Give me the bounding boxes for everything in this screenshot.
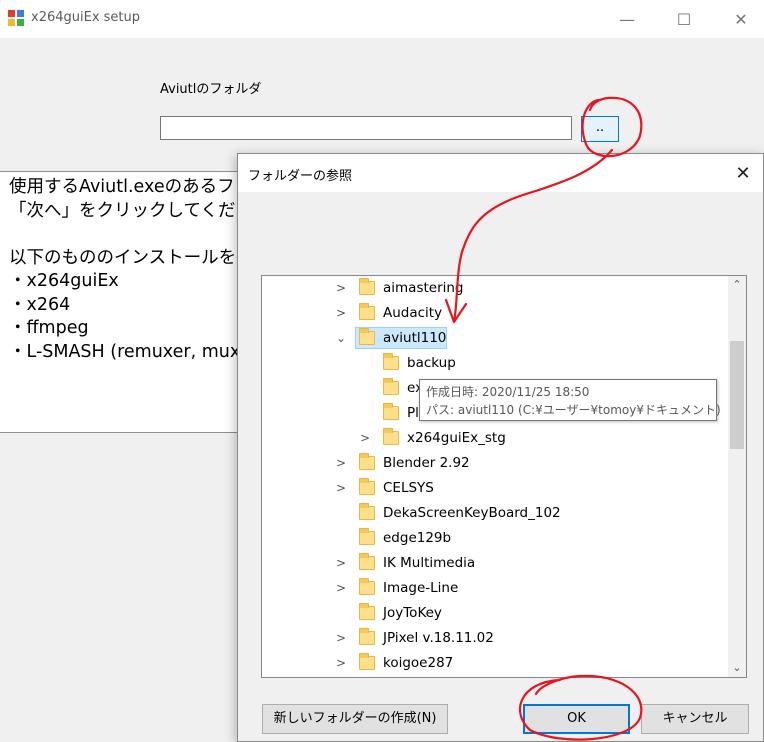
tree-item[interactable]: > Image-Line <box>262 576 727 601</box>
tree-item[interactable]: > JPixel v.18.11.02 <box>262 626 727 651</box>
tree-item[interactable]: JoyToKey <box>262 601 727 626</box>
tree-item[interactable]: edge129b <box>262 526 727 551</box>
folder-icon <box>359 328 375 345</box>
folder-icon <box>359 478 375 495</box>
folder-tooltip: 作成日時: 2020/11/25 18:50 パス: aviutl110 (C:… <box>419 379 721 421</box>
browse-button[interactable]: .. <box>581 116 619 142</box>
folder-icon <box>359 453 375 470</box>
chevron-right-icon[interactable]: > <box>358 426 372 451</box>
folder-tree[interactable]: > koigoe287 > JPixel v.18.11.02 JoyToKey > Ima… <box>261 275 747 678</box>
tree-item-label: DekaScreenKeyBoard_102 <box>383 505 561 521</box>
tree-item[interactable]: > Audacity <box>262 301 727 326</box>
tree-item[interactable]: > aimastering <box>262 276 727 301</box>
folder-icon <box>359 603 375 620</box>
tree-item-label: Image-Line <box>383 580 459 596</box>
no-expander <box>334 601 348 626</box>
scroll-down-arrow-icon[interactable]: ⌄ <box>728 659 746 677</box>
dialog-title-bar: フォルダーの参照 ✕ <box>238 154 763 192</box>
no-expander <box>334 526 348 551</box>
tree-item-label: JoyToKey <box>383 605 442 621</box>
folder-icon <box>359 503 375 520</box>
chevron-right-icon[interactable]: > <box>334 301 348 326</box>
folder-browse-dialog: フォルダーの参照 ✕ > koigoe287 > JPixel v.18.11.02 J… <box>237 153 764 742</box>
window-title: x264guiEx setup <box>31 10 141 25</box>
new-folder-button[interactable]: 新しいフォルダーの作成(N) <box>262 704 448 734</box>
scroll-thumb[interactable] <box>730 341 744 449</box>
tree-item-label: aviutl110 <box>383 330 447 346</box>
tree-scrollbar[interactable]: ⌃ ⌄ <box>728 276 746 677</box>
tree-item[interactable]: > IK Multimedia <box>262 551 727 576</box>
tree-item-label: Blender 2.92 <box>383 455 470 471</box>
description-panel: 使用するAviutl.exeのあるフォルダ 「次へ」をクリックしてください。 以… <box>0 171 250 433</box>
folder-icon <box>359 278 375 295</box>
folder-icon <box>359 303 375 320</box>
chevron-right-icon[interactable]: > <box>334 651 348 676</box>
folder-icon <box>383 378 399 395</box>
tree-item-label: aimastering <box>383 280 464 296</box>
tree-item[interactable]: DekaScreenKeyBoard_102 <box>262 501 727 526</box>
folder-icon <box>359 653 375 670</box>
tooltip-created: 作成日時: 2020/11/25 18:50 <box>426 385 590 399</box>
tree-item-label: CELSYS <box>383 480 434 496</box>
folder-icon <box>359 578 375 595</box>
scroll-up-arrow-icon[interactable]: ⌃ <box>728 276 746 294</box>
tree-item[interactable]: > CELSYS <box>262 476 727 501</box>
tree-item[interactable]: > Blender 2.92 <box>262 451 727 476</box>
close-button[interactable]: ✕ <box>718 0 764 38</box>
tree-item-label: backup <box>407 355 456 371</box>
tree-item-label: koigoe287 <box>383 655 454 671</box>
tree-item-label: IK Multimedia <box>383 555 476 571</box>
no-expander <box>358 401 372 426</box>
chevron-right-icon[interactable]: > <box>334 451 348 476</box>
app-icon <box>8 10 24 26</box>
maximize-button[interactable]: ☐ <box>661 0 707 38</box>
tree-item[interactable]: backup <box>262 351 727 376</box>
chevron-right-icon[interactable]: > <box>334 476 348 501</box>
tree-item-label: JPixel v.18.11.02 <box>383 630 494 646</box>
tree-item[interactable]: ⌄ aviutl110 <box>262 326 727 351</box>
folder-icon <box>383 353 399 370</box>
chevron-right-icon[interactable]: > <box>334 551 348 576</box>
title-bar: x264guiEx setup — ☐ ✕ <box>0 0 764 38</box>
no-expander <box>358 376 372 401</box>
tree-item[interactable]: > x264guiEx_stg <box>262 426 727 451</box>
no-expander <box>334 501 348 526</box>
no-expander <box>358 351 372 376</box>
chevron-right-icon[interactable]: > <box>334 276 348 301</box>
folder-label: Aviutlのフォルダ <box>160 82 262 97</box>
cancel-button[interactable]: キャンセル <box>641 704 749 734</box>
tree-item-label: x264guiEx_stg <box>407 430 506 446</box>
chevron-right-icon[interactable]: > <box>334 626 348 651</box>
ok-button[interactable]: OK <box>523 704 630 734</box>
chevron-right-icon[interactable]: > <box>334 576 348 601</box>
tree-item-label: Audacity <box>383 305 443 321</box>
folder-icon <box>383 403 399 420</box>
aviutl-folder-input[interactable] <box>160 116 572 140</box>
dialog-title: フォルダーの参照 <box>248 169 353 184</box>
tree-item-label: Pl <box>407 405 419 421</box>
description-text: 使用するAviutl.exeのあるフォルダ 「次へ」をクリックしてください。 以… <box>9 177 250 362</box>
minimize-button[interactable]: — <box>604 0 650 38</box>
dialog-close-button[interactable]: ✕ <box>723 154 763 192</box>
folder-icon <box>383 428 399 445</box>
folder-icon <box>359 528 375 545</box>
tree-item-label: edge129b <box>383 530 452 546</box>
chevron-down-icon[interactable]: ⌄ <box>334 326 348 351</box>
folder-icon <box>359 628 375 645</box>
tree-item[interactable]: > koigoe287 <box>262 651 727 676</box>
tooltip-path: パス: aviutl110 (C:¥ユーザー¥tomoy¥ドキュメント) <box>426 403 721 417</box>
folder-icon <box>359 553 375 570</box>
